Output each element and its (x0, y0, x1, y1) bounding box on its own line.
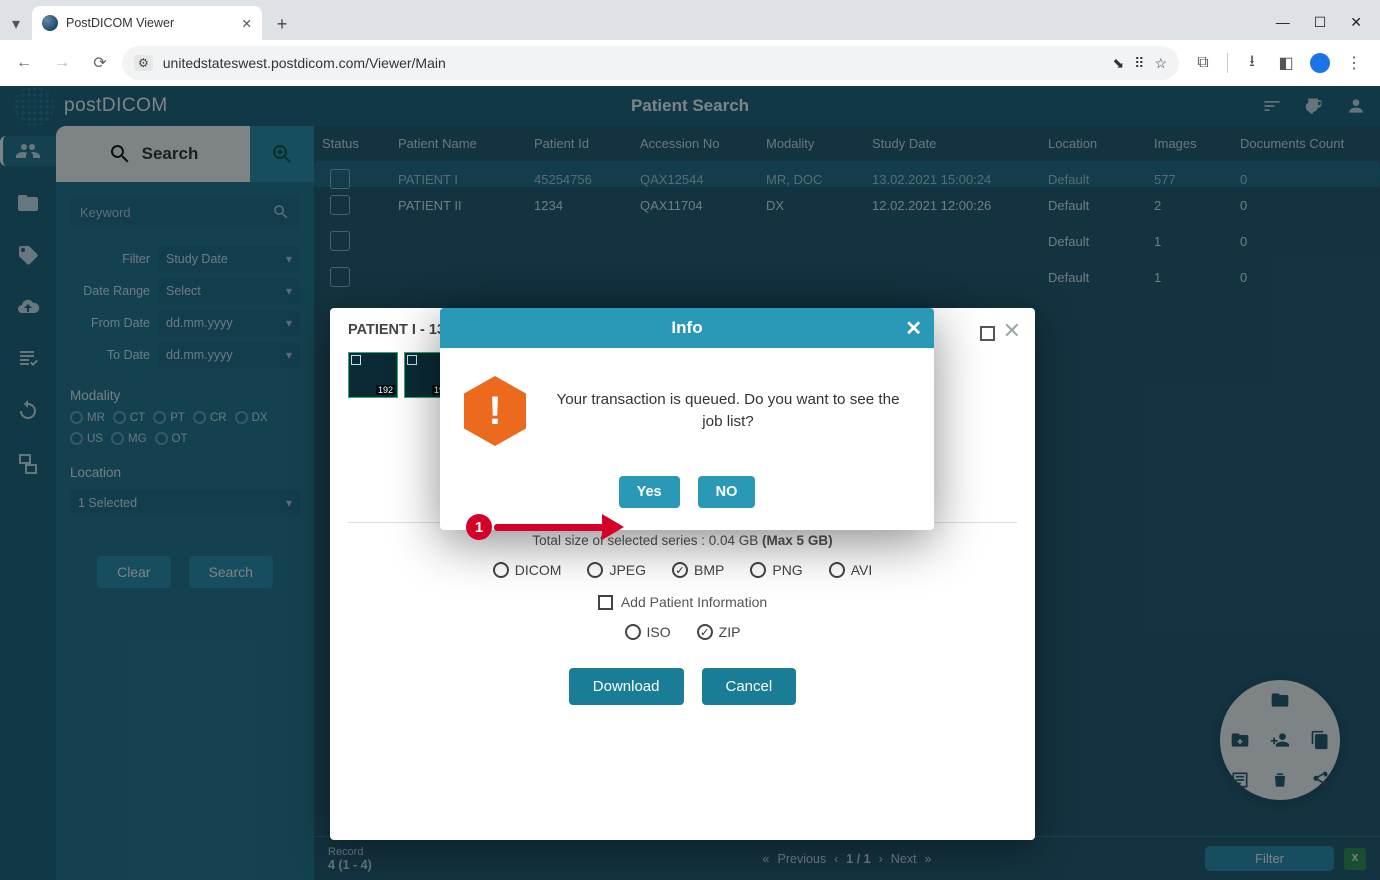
info-close-icon[interactable]: ✕ (905, 316, 922, 341)
close-window-icon[interactable]: ✕ (1350, 14, 1362, 31)
add-patient-info-checkbox[interactable] (598, 595, 613, 610)
toolbar-right: ⧉ ⭳ ◧ ⋮ (1185, 53, 1372, 73)
info-modal: Info ✕ ! Your transaction is queued. Do … (440, 308, 934, 530)
format-radios: DICOM JPEG BMP PNG AVI (348, 562, 1017, 578)
browser-tab[interactable]: PostDICOM Viewer ✕ (32, 6, 262, 40)
download-title: PATIENT I - 13 (348, 322, 445, 338)
downloads-icon[interactable]: ⭳ (1242, 53, 1262, 73)
download-button[interactable]: Download (569, 668, 684, 705)
size-text: Total size of selected series : 0.04 GB (532, 533, 762, 548)
info-modal-header: Info ✕ (440, 308, 934, 348)
extensions-icon[interactable]: ⧉ (1193, 53, 1213, 73)
format-avi[interactable]: AVI (829, 562, 873, 578)
bookmark-icon[interactable]: ☆ (1154, 55, 1167, 72)
tab-title: PostDICOM Viewer (66, 16, 174, 30)
address-bar[interactable]: ⚙ unitedstateswest.postdicom.com/Viewer/… (122, 46, 1179, 80)
new-tab-button[interactable]: + (268, 10, 296, 38)
maximize-icon[interactable]: ☐ (1314, 14, 1327, 31)
download-close-icon[interactable]: ✕ (1003, 318, 1021, 344)
tab-close-icon[interactable]: ✕ (242, 16, 252, 31)
back-button[interactable]: ← (8, 47, 40, 79)
series-thumb[interactable]: 192 (348, 352, 398, 398)
info-title: Info (671, 318, 702, 338)
install-icon[interactable]: ⬊ (1112, 55, 1124, 72)
app-root: postDICOM Patient Search Search (0, 86, 1380, 880)
info-message: Your transaction is queued. Do you want … (546, 389, 910, 433)
menu-icon[interactable]: ⋮ (1344, 53, 1364, 73)
window-controls: — ☐ ✕ (1276, 4, 1380, 40)
cancel-button[interactable]: Cancel (702, 668, 797, 705)
profile-avatar[interactable] (1310, 53, 1330, 73)
archive-radios: ISO ZIP (348, 624, 1017, 640)
add-patient-info-label: Add Patient Information (621, 594, 767, 610)
reload-button[interactable]: ⟳ (84, 47, 116, 79)
archive-iso[interactable]: ISO (625, 624, 671, 640)
info-yes-button[interactable]: Yes (619, 476, 680, 508)
site-info-icon[interactable]: ⚙ (134, 55, 153, 71)
sidepanel-icon[interactable]: ◧ (1276, 53, 1296, 73)
url-text: unitedstateswest.postdicom.com/Viewer/Ma… (163, 55, 446, 71)
forward-button[interactable]: → (46, 47, 78, 79)
size-max: (Max 5 GB) (762, 533, 833, 548)
toolbar: ← → ⟳ ⚙ unitedstateswest.postdicom.com/V… (0, 40, 1380, 86)
download-select-all-checkbox[interactable] (980, 326, 995, 341)
format-jpeg[interactable]: JPEG (587, 562, 646, 578)
translate-icon[interactable]: ⠿ (1134, 55, 1144, 72)
format-dicom[interactable]: DICOM (493, 562, 562, 578)
minimize-icon[interactable]: — (1276, 14, 1290, 30)
archive-zip[interactable]: ZIP (697, 624, 741, 640)
warning-icon: ! (464, 376, 526, 446)
tab-strip: ▾ PostDICOM Viewer ✕ + — ☐ ✕ (0, 0, 1380, 40)
favicon (42, 15, 58, 31)
browser-chrome: ▾ PostDICOM Viewer ✕ + — ☐ ✕ ← → ⟳ ⚙ uni… (0, 0, 1380, 86)
info-no-button[interactable]: NO (698, 476, 756, 508)
format-bmp[interactable]: BMP (672, 562, 724, 578)
format-png[interactable]: PNG (750, 562, 802, 578)
tabs-overflow[interactable]: ▾ (4, 8, 28, 40)
